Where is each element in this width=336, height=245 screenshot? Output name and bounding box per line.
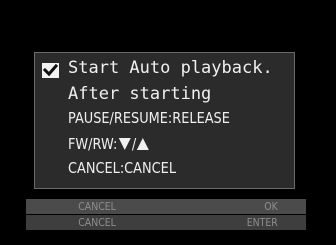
dialog-line-start-auto-playback: Start Auto playback. <box>68 58 273 78</box>
cancel-button[interactable]: CANCEL <box>37 215 167 230</box>
triangle-down-icon <box>119 138 132 150</box>
fw-rw-label: FW/RW: <box>68 135 118 153</box>
camera-screen: Start Auto playback. After starting PAUS… <box>0 0 336 245</box>
dialog-line-pause-resume: PAUSE/RESUME:RELEASE <box>68 109 230 127</box>
dialog-line-cancel: CANCEL:CANCEL <box>68 159 177 177</box>
dialog-line-after-starting: After starting <box>68 84 212 104</box>
triangle-up-icon <box>137 138 150 150</box>
checkmark-icon <box>42 63 59 77</box>
soft-key-row-buttons: CANCEL ENTER <box>26 215 306 230</box>
enter-button[interactable]: ENTER <box>189 215 297 230</box>
ok-softkey-label[interactable]: OK <box>189 199 297 214</box>
dialog-line-fw-rw: FW/RW: / <box>68 135 150 153</box>
auto-playback-checkbox[interactable] <box>42 63 59 78</box>
auto-playback-dialog: Start Auto playback. After starting PAUS… <box>34 52 295 189</box>
soft-key-row-labels: CANCEL OK <box>26 199 306 214</box>
cancel-softkey-label[interactable]: CANCEL <box>37 199 167 214</box>
soft-key-bar: CANCEL OK CANCEL ENTER <box>26 199 306 231</box>
fw-rw-slash: / <box>131 135 137 153</box>
